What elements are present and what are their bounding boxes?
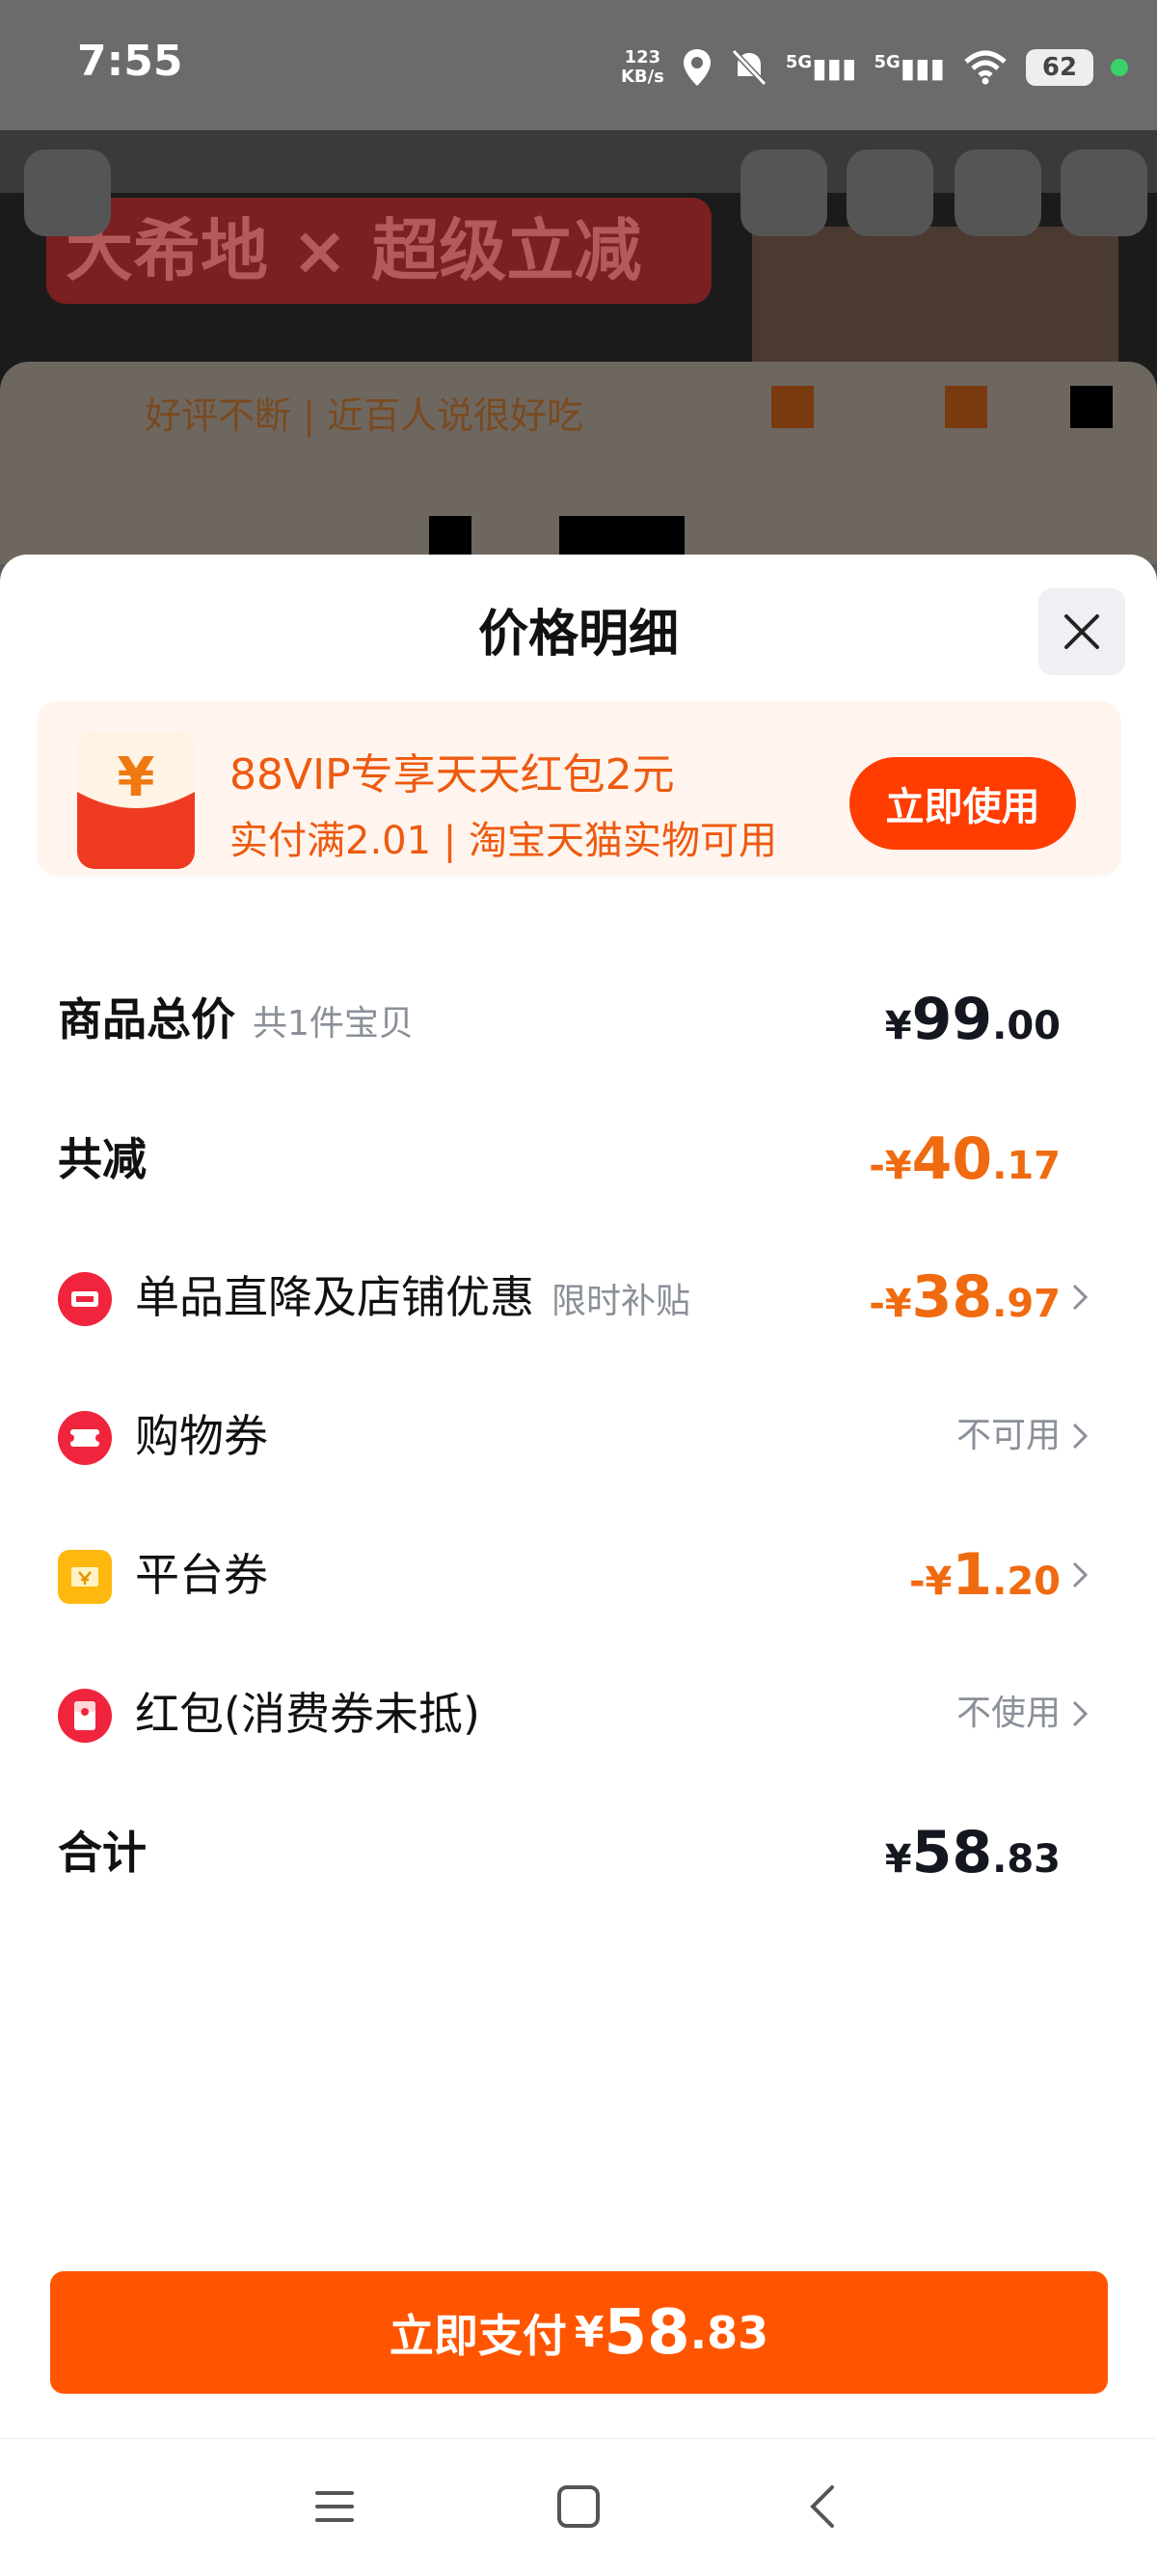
use-now-button[interactable]: 立即使用 [849,757,1076,850]
blurred-block [559,516,685,558]
row-shopping-coupon[interactable]: 购物券 不可用 [58,1388,1099,1484]
cart-icon [847,149,933,236]
row-value: -¥40.17 [869,1111,1061,1207]
row-value: 不使用 [955,1694,1061,1733]
row-value: -¥1.20 [909,1527,1061,1623]
currency-symbol: -¥ [908,1559,953,1604]
amount-integer: 1 [952,1541,993,1609]
row-label-text: 单品直降及店铺优惠 [135,1271,534,1323]
red-envelope-icon: ¥ [77,732,195,869]
signal-2-icon: 5G▮▮▮ [874,51,945,84]
row-label: 合计 [58,1827,147,1879]
privacy-dot [1111,59,1128,76]
amount-integer: 58 [911,1819,993,1886]
amount-integer: 58 [604,2296,690,2369]
home-icon[interactable] [550,2478,607,2535]
amount-decimal: .17 [992,1144,1061,1188]
item-count: 共1件宝贝 [253,1004,414,1044]
row-value: ¥99.00 [885,971,1061,1068]
amount-integer: 99 [911,986,993,1053]
location-icon [683,49,711,86]
row-label: 单品直降及店铺优惠 限时补贴 [135,1249,690,1345]
chevron-right-icon [1070,1388,1099,1484]
row-label: 红包(消费券未抵) [135,1688,480,1740]
blurred-block [945,386,987,428]
row-total-discount: 共减 -¥40.17 [58,1111,1099,1207]
sheet-title: 价格明细 [477,606,679,664]
close-button[interactable] [1038,588,1125,675]
amount-decimal: .00 [992,1004,1061,1048]
pay-label: 立即支付 [389,2309,567,2362]
currency-symbol: ¥ [884,1004,912,1048]
amount-integer: 40 [911,1125,993,1193]
share-icon [740,149,827,236]
row-item-total: 商品总价 共1件宝贝 ¥99.00 [58,971,1099,1068]
vip-red-packet-banner: ¥ 88VIP专享天天红包2元 实付满2.01 | 淘宝天猫实物可用 立即使用 [37,701,1121,877]
amount-decimal: .83 [689,2306,769,2359]
amount-decimal: .20 [992,1559,1061,1604]
wifi-icon [964,50,1007,85]
row-label-text: 商品总价 [58,993,235,1045]
battery-indicator: 62 [1026,49,1093,86]
close-icon [1064,614,1099,649]
platform-coupon-icon [58,1550,112,1604]
signal-1-icon: 5G▮▮▮ [785,51,857,84]
red-packet-icon [58,1689,112,1743]
row-value: 不可用 [955,1416,1061,1455]
coupon-icon [58,1411,112,1465]
net-speed-unit: KB/s [620,67,664,87]
chevron-right-icon [1070,1249,1099,1345]
status-icons: 123 KB/s 5G▮▮▮ 5G▮▮▮ 62 [621,39,1128,96]
background-review-text: 好评不断 | 近百人说很好吃 [145,394,583,437]
row-label: 共减 [58,1133,147,1185]
row-red-packet[interactable]: 红包(消费券未抵) 不使用 [58,1666,1099,1762]
row-label: 购物券 [135,1410,268,1462]
amount-decimal: .97 [992,1282,1061,1326]
envelope-glyph: ¥ [118,746,155,809]
row-value: ¥58.83 [885,1804,1061,1901]
promo-subtitle: 实付满2.01 | 淘宝天猫实物可用 [229,819,777,863]
back-nav-icon[interactable] [795,2478,853,2535]
promo-title: 88VIP专享天天红包2元 [229,750,675,800]
store-discount-icon [58,1272,112,1326]
background-banner-text: 大希地 × 超级立减 [46,198,712,304]
row-platform-coupon[interactable]: 平台券 -¥1.20 [58,1527,1099,1623]
signal-2-label: 5G [874,51,901,72]
blurred-block [771,386,814,428]
signal-1-label: 5G [785,51,813,72]
status-bar: 7:55 123 KB/s 5G▮▮▮ 5G▮▮▮ 62 [0,0,1157,130]
limited-subsidy-tag: 限时补贴 [552,1282,691,1321]
row-store-discount[interactable]: 单品直降及店铺优惠 限时补贴 -¥38.97 [58,1249,1099,1345]
back-icon [24,149,111,236]
currency-symbol: -¥ [869,1144,912,1188]
row-label: 商品总价 共1件宝贝 [58,971,414,1068]
menu-icon[interactable] [306,2478,363,2535]
currency-symbol: ¥ [574,2308,605,2357]
net-speed-value: 123 [624,47,661,68]
system-nav-bar [0,2438,1157,2576]
chevron-right-icon [1070,1666,1099,1762]
star-icon [955,149,1041,236]
background-page: 大希地 × 超级立减 好评不断 | 近百人说很好吃 [0,130,1157,564]
blurred-block [1070,386,1113,428]
row-grand-total: 合计 ¥58.83 [58,1804,1099,1901]
blurred-block [429,516,471,558]
more-icon [1061,149,1147,236]
row-value: -¥38.97 [869,1249,1061,1345]
net-speed: 123 KB/s [621,48,664,87]
currency-symbol: ¥ [884,1837,912,1882]
currency-symbol: -¥ [869,1282,912,1326]
pay-now-button[interactable]: 立即支付 ¥ 58 .83 [50,2271,1108,2394]
row-label: 平台券 [135,1549,268,1601]
amount-decimal: .83 [992,1837,1061,1882]
chevron-right-icon [1070,1527,1099,1623]
status-time: 7:55 [77,37,183,86]
mute-bell-icon [731,48,767,87]
amount-integer: 38 [911,1263,993,1331]
